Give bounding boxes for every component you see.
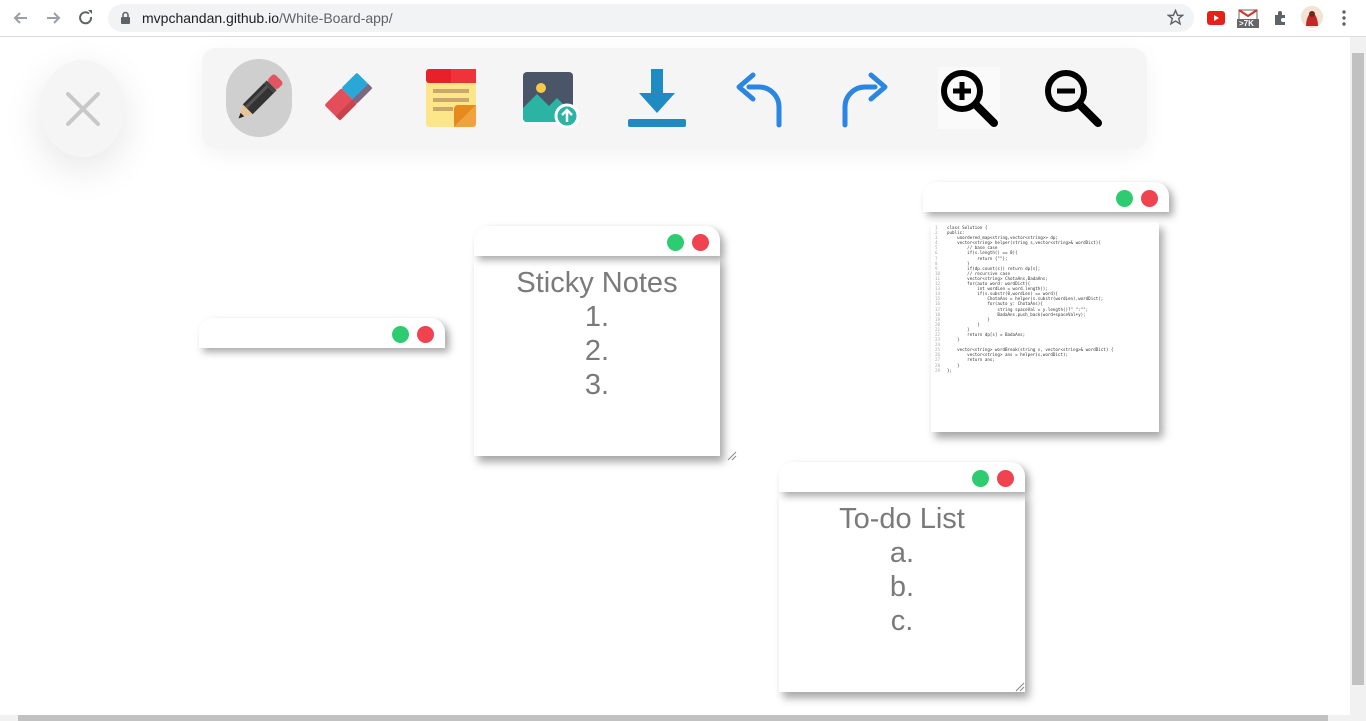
eraser-icon [325,73,373,121]
note-textarea[interactable]: Sticky Notes 1. 2. 3. [474,256,720,456]
code-line: 29}; [935,368,1155,373]
resize-handle-icon[interactable] [727,451,737,461]
note-title-bar[interactable] [779,462,1025,492]
zoom-in-icon [938,67,1000,129]
forward-icon[interactable] [41,6,65,30]
youtube-extension-icon[interactable] [1206,8,1226,28]
image-upload-tool-button[interactable] [516,59,582,137]
reload-icon[interactable] [74,6,98,30]
close-note-button[interactable] [1141,190,1158,207]
todo-note-card[interactable]: To-do List a. b. c. [779,462,1025,692]
resize-handle-icon[interactable] [1015,682,1025,692]
note-title-bar[interactable] [923,182,1169,212]
code-line-text: }; [947,367,953,373]
browser-toolbar: mvpchandan.github.io/White-Board-app/ >7… [0,0,1366,37]
note-title: Sticky Notes [516,267,678,299]
whiteboard-canvas[interactable]: Sticky Notes 1. 2. 3. 1 class Solution {2… [0,37,1350,715]
close-note-button[interactable] [692,234,709,251]
note-title: To-do List [839,503,965,535]
close-note-button[interactable] [997,470,1014,487]
gmail-extension-icon[interactable]: >7K [1236,8,1260,28]
profile-avatar[interactable] [1301,6,1323,28]
vertical-scroll-thumb[interactable] [1352,53,1364,685]
code-image: 1 class Solution {2 public: 3 unordered_map… [931,222,1159,432]
note-textarea[interactable]: To-do List a. b. c. [779,492,1025,692]
sticky-note-icon [426,69,476,127]
zoom-in-tool-button[interactable] [936,59,1002,137]
menu-kebab-icon[interactable] [1334,8,1354,28]
minimized-note[interactable] [199,318,445,348]
sticky-note-tool-button[interactable] [418,59,484,137]
note-line: a. [889,537,915,569]
code-line-number: 29 [935,367,941,373]
redo-tool-button[interactable] [830,59,896,137]
minimize-button[interactable] [1116,190,1133,207]
note-line: 1. [584,301,610,333]
address-bar[interactable]: mvpchandan.github.io/White-Board-app/ [108,4,1194,32]
image-upload-icon [523,72,579,128]
code-line-text: } [947,337,960,343]
minimize-button[interactable] [667,234,684,251]
note-title-bar[interactable] [199,318,445,348]
pencil-icon [238,74,283,119]
minimize-button[interactable] [392,326,409,343]
note-line: 2. [584,335,610,367]
vertical-scrollbar[interactable] [1350,37,1366,715]
pencil-tool-button[interactable] [226,59,292,137]
undo-tool-button[interactable] [728,59,794,137]
extensions-puzzle-icon[interactable] [1270,8,1290,28]
sticky-note-card[interactable]: Sticky Notes 1. 2. 3. [474,226,737,461]
horizontal-scrollbar[interactable] [0,715,1366,721]
redo-icon [842,72,888,128]
image-note-card[interactable]: 1 class Solution {2 public: 3 unordered_map… [923,182,1169,432]
close-icon [65,91,100,126]
close-toolbar-button[interactable] [40,60,125,157]
note-line: b. [889,571,915,603]
minimize-button[interactable] [972,470,989,487]
star-icon[interactable] [1166,8,1185,31]
download-icon [628,69,686,127]
back-icon[interactable] [9,6,33,30]
toolbar [202,48,1147,149]
zoom-out-tool-button[interactable] [1040,59,1106,137]
undo-icon [736,72,782,128]
url-text: mvpchandan.github.io/White-Board-app/ [142,10,393,26]
lock-icon [120,11,131,30]
note-line: 3. [584,369,610,401]
download-tool-button[interactable] [624,59,690,137]
zoom-out-icon [1045,70,1102,127]
close-note-button[interactable] [417,326,434,343]
note-line: c. [890,605,914,637]
gmail-badge: >7K [1239,19,1254,28]
eraser-tool-button[interactable] [314,59,380,137]
horizontal-scroll-thumb[interactable] [18,715,1328,721]
note-title-bar[interactable] [474,226,720,256]
